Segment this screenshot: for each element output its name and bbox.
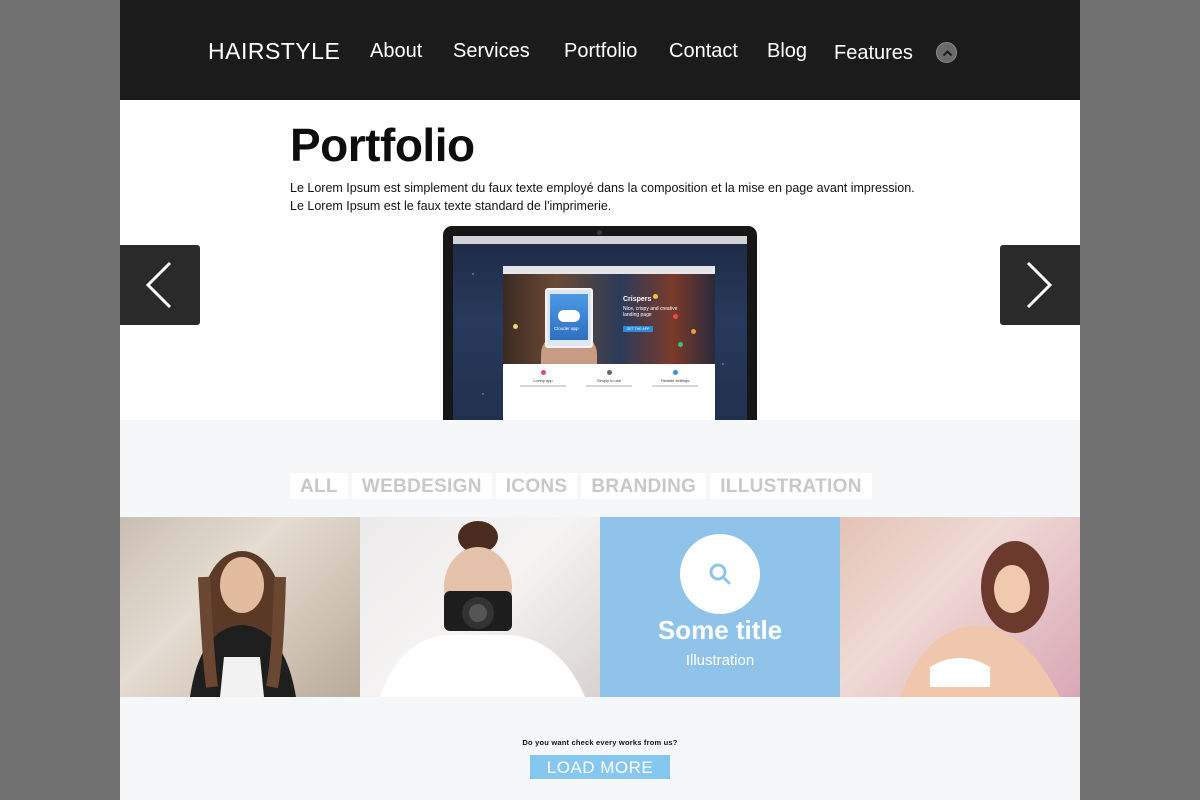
portfolio-tile[interactable] bbox=[840, 517, 1080, 697]
phone-icon bbox=[606, 370, 612, 375]
nav-blog[interactable]: Blog bbox=[767, 40, 807, 63]
chevron-right-icon bbox=[1026, 261, 1053, 309]
site-header: HAIRSTYLE About Services Portfolio Conta… bbox=[120, 0, 1080, 100]
os-menubar bbox=[453, 236, 747, 244]
portfolio-tile[interactable] bbox=[360, 517, 600, 697]
nav-features[interactable]: Features bbox=[834, 42, 913, 65]
chevron-up-icon[interactable] bbox=[936, 42, 957, 63]
slider-prev-button[interactable] bbox=[120, 245, 200, 325]
slider-next-button[interactable] bbox=[1000, 245, 1080, 325]
photographer-image bbox=[380, 521, 585, 697]
portfolio-slider: Portfolio Le Lorem Ipsum est simplement … bbox=[120, 100, 1080, 420]
nav-portfolio[interactable]: Portfolio bbox=[564, 40, 637, 63]
filter-illustration[interactable]: ILLUSTRATION bbox=[710, 473, 872, 499]
woman-reclining-image bbox=[900, 541, 1060, 697]
hero-description-line2: Le Lorem Ipsum est le faux texte standar… bbox=[290, 199, 612, 213]
woman-portrait-image bbox=[190, 551, 296, 697]
portfolio-filters: ALL WEBDESIGN ICONS BRANDING ILLUSTRATIO… bbox=[290, 473, 872, 499]
tile-category: Illustration bbox=[685, 652, 755, 669]
landing-hero-image: Clouder app Crispers Nice, crispy and cr… bbox=[503, 274, 715, 364]
filter-all[interactable]: ALL bbox=[290, 473, 352, 499]
search-icon bbox=[709, 563, 731, 585]
nav-contact[interactable]: Contact bbox=[669, 40, 738, 63]
portfolio-tile-hover[interactable]: Some title Illustration bbox=[600, 517, 840, 697]
laptop-camera bbox=[597, 230, 602, 235]
portfolio-tile[interactable] bbox=[120, 517, 360, 697]
site-logo[interactable]: HAIRSTYLE bbox=[208, 38, 340, 65]
filter-icons[interactable]: ICONS bbox=[496, 473, 582, 499]
portfolio-grid: Some title Illustration bbox=[120, 517, 1080, 697]
page-title: Portfolio bbox=[290, 119, 475, 171]
load-more-prompt: Do you want check every works from us? bbox=[522, 738, 678, 747]
tablet-image: Clouder app bbox=[545, 288, 593, 348]
filter-webdesign[interactable]: WEBDESIGN bbox=[352, 473, 496, 499]
nav-services[interactable]: Services bbox=[453, 40, 530, 63]
cloud-icon bbox=[558, 310, 580, 322]
hero-description: Le Lorem Ipsum est simplement du faux te… bbox=[290, 179, 930, 215]
portfolio-section: ALL WEBDESIGN ICONS BRANDING ILLUSTRATIO… bbox=[120, 420, 1080, 800]
load-more-button[interactable]: LOAD MORE bbox=[530, 755, 670, 779]
heart-icon bbox=[540, 370, 546, 375]
browser-window: Clouder app Crispers Nice, crispy and cr… bbox=[503, 266, 715, 420]
zoom-button[interactable] bbox=[680, 534, 760, 614]
tile-title: Some title bbox=[657, 615, 783, 645]
hero-description-line1: Le Lorem Ipsum est simplement du faux te… bbox=[290, 181, 915, 195]
page: HAIRSTYLE About Services Portfolio Conta… bbox=[120, 0, 1080, 800]
settings-icon bbox=[672, 370, 678, 375]
chevron-left-icon bbox=[145, 261, 172, 309]
nav-about[interactable]: About bbox=[370, 40, 422, 63]
laptop-mockup: Clouder app Crispers Nice, crispy and cr… bbox=[443, 226, 757, 420]
laptop-screen: Clouder app Crispers Nice, crispy and cr… bbox=[453, 236, 747, 420]
filter-branding[interactable]: BRANDING bbox=[581, 473, 711, 499]
